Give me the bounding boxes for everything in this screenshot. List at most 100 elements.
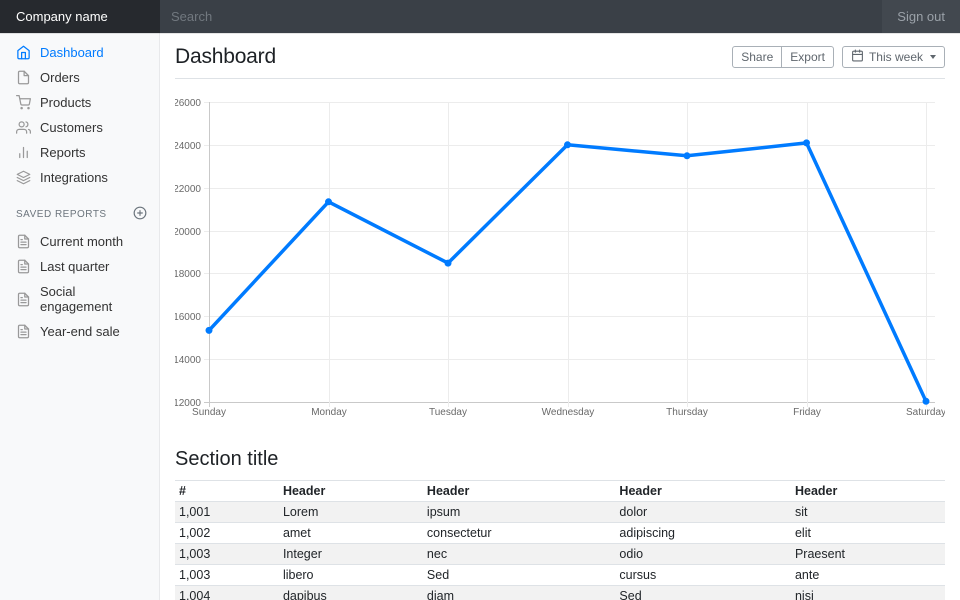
- sidebar-item-orders[interactable]: Orders: [0, 65, 159, 90]
- table-column-header: Header: [423, 481, 616, 502]
- sidebar-item-label: Products: [40, 95, 91, 110]
- home-icon: [16, 45, 31, 60]
- saved-reports-heading-row: Saved reports: [0, 190, 159, 229]
- weekly-sales-line-chart: 1200014000160001800020000220002400026000…: [175, 94, 945, 426]
- table-cell: Praesent: [791, 544, 945, 565]
- table-column-header: Header: [279, 481, 423, 502]
- page-header: Dashboard Share Export This week: [175, 33, 945, 79]
- table-cell: nec: [423, 544, 616, 565]
- svg-text:24000: 24000: [175, 141, 201, 152]
- chart-area: 1200014000160001800020000220002400026000…: [175, 94, 945, 431]
- file-text-icon: [16, 292, 31, 307]
- sidebar-item-dashboard[interactable]: Dashboard: [0, 40, 159, 65]
- table-cell: Sed: [615, 586, 791, 600]
- table-cell: cursus: [615, 565, 791, 586]
- bar-chart-icon: [16, 145, 31, 160]
- table-column-header: #: [175, 481, 279, 502]
- sidebar-item-label: Dashboard: [40, 45, 104, 60]
- svg-text:14000: 14000: [175, 355, 201, 366]
- table-cell: libero: [279, 565, 423, 586]
- table-cell: nisi: [791, 586, 945, 600]
- saved-report-label: Social engagement: [40, 284, 143, 314]
- table-cell: 1,001: [175, 502, 279, 523]
- saved-reports-heading: Saved reports: [16, 209, 107, 220]
- table-row: 1,002ametconsecteturadipiscingelit: [175, 523, 945, 544]
- saved-reports-list: Current month Last quarter Social engageme…: [0, 229, 159, 344]
- top-navbar: Company name Sign out: [0, 0, 960, 33]
- add-report-button[interactable]: [133, 206, 147, 223]
- period-dropdown-button[interactable]: This week: [842, 46, 945, 68]
- search-input[interactable]: [160, 0, 882, 33]
- svg-text:Thursday: Thursday: [666, 407, 708, 418]
- table-column-header: Header: [791, 481, 945, 502]
- table-cell: dolor: [615, 502, 791, 523]
- table-cell: amet: [279, 523, 423, 544]
- svg-text:20000: 20000: [175, 227, 201, 238]
- svg-text:18000: 18000: [175, 269, 201, 280]
- calendar-icon: [851, 49, 864, 65]
- period-label: This week: [869, 50, 923, 64]
- table-cell: ante: [791, 565, 945, 586]
- table-cell: consectetur: [423, 523, 616, 544]
- saved-report-label: Year-end sale: [40, 324, 120, 339]
- table-cell: Lorem: [279, 502, 423, 523]
- sidebar-item-customers[interactable]: Customers: [0, 115, 159, 140]
- saved-report-last-quarter[interactable]: Last quarter: [0, 254, 159, 279]
- table-cell: 1,002: [175, 523, 279, 544]
- brand[interactable]: Company name: [0, 0, 160, 33]
- table-row: 1,003liberoSedcursusante: [175, 565, 945, 586]
- table-cell: elit: [791, 523, 945, 544]
- file-text-icon: [16, 324, 31, 339]
- sidebar-item-label: Reports: [40, 145, 86, 160]
- plus-circle-icon: [133, 206, 147, 220]
- table-cell: Sed: [423, 565, 616, 586]
- sidebar-item-label: Orders: [40, 70, 80, 85]
- sign-out-link[interactable]: Sign out: [882, 0, 960, 33]
- calendar-icon: [851, 49, 864, 62]
- table-cell: odio: [615, 544, 791, 565]
- sidebar: Dashboard Orders Products Customers Reports I…: [0, 33, 160, 600]
- toolbar: Share Export This week: [732, 46, 945, 68]
- saved-report-year-end-sale[interactable]: Year-end sale: [0, 319, 159, 344]
- table-row: 1,003IntegernecodioPraesent: [175, 544, 945, 565]
- svg-text:22000: 22000: [175, 184, 201, 195]
- sidebar-item-products[interactable]: Products: [0, 90, 159, 115]
- table-cell: diam: [423, 586, 616, 600]
- sidebar-item-integrations[interactable]: Integrations: [0, 165, 159, 190]
- table-row: 1,004dapibusdiamSednisi: [175, 586, 945, 600]
- table-cell: 1,003: [175, 544, 279, 565]
- caret-down-icon: [930, 55, 936, 59]
- page-title: Dashboard: [175, 45, 276, 69]
- file-text-icon: [16, 259, 31, 274]
- search-field-wrap: [160, 0, 882, 33]
- export-button[interactable]: Export: [781, 46, 834, 68]
- table-cell: adipiscing: [615, 523, 791, 544]
- svg-text:Tuesday: Tuesday: [429, 407, 467, 418]
- share-button[interactable]: Share: [732, 46, 782, 68]
- svg-text:Monday: Monday: [311, 407, 347, 418]
- main-content: Dashboard Share Export This week 1200014…: [160, 33, 960, 600]
- table-cell: Integer: [279, 544, 423, 565]
- svg-text:16000: 16000: [175, 312, 201, 323]
- table-row: 1,001Loremipsumdolorsit: [175, 502, 945, 523]
- sidebar-item-label: Integrations: [40, 170, 108, 185]
- sidebar-item-reports[interactable]: Reports: [0, 140, 159, 165]
- share-export-group: Share Export: [732, 46, 834, 68]
- file-icon: [16, 70, 31, 85]
- saved-report-social-engagement[interactable]: Social engagement: [0, 279, 159, 319]
- table-cell: sit: [791, 502, 945, 523]
- layers-icon: [16, 170, 31, 185]
- file-text-icon: [16, 234, 31, 249]
- saved-report-current-month[interactable]: Current month: [0, 229, 159, 254]
- svg-text:26000: 26000: [175, 98, 201, 109]
- table-cell: 1,004: [175, 586, 279, 600]
- table-body: 1,001Loremipsumdolorsit1,002ametconsecte…: [175, 502, 945, 600]
- section-title: Section title: [175, 448, 945, 471]
- users-icon: [16, 120, 31, 135]
- table-column-header: Header: [615, 481, 791, 502]
- svg-text:Saturday: Saturday: [906, 407, 945, 418]
- svg-text:Wednesday: Wednesday: [542, 407, 595, 418]
- svg-text:Friday: Friday: [793, 407, 821, 418]
- saved-report-label: Current month: [40, 234, 123, 249]
- table-cell: 1,003: [175, 565, 279, 586]
